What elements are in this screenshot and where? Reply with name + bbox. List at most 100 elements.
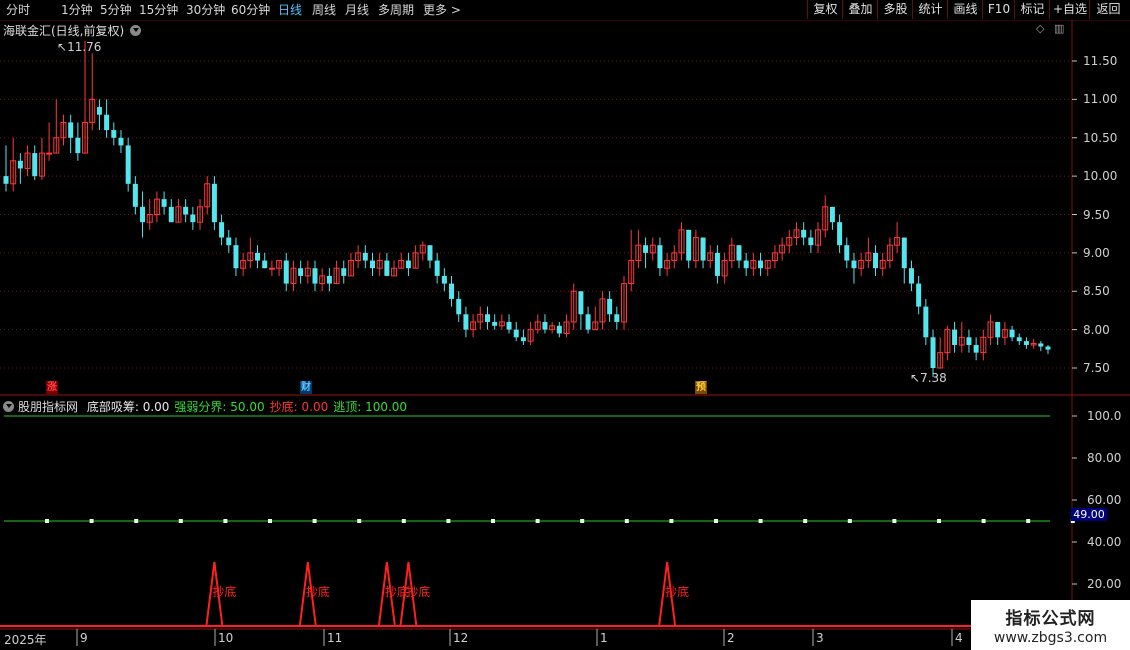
add-watchlist-button[interactable]: +自选 [1049,0,1090,19]
back-button[interactable]: 返回 [1089,0,1127,19]
f10-button[interactable]: F10 [982,0,1015,19]
candle-body-up [779,244,786,254]
multi-stock-button[interactable]: 多股 [877,0,913,19]
watermark-title: 指标公式网 [1005,609,1096,629]
candle-body-down [851,260,857,269]
divide-line-dot [580,519,585,523]
candle-body-up [319,275,326,285]
indicator-title[interactable]: 股朋指标网 底部吸筹: 0.00 强弱分界: 50.00 抄底: 0.00 逃顶: 1… [3,398,407,415]
period-tab-30min[interactable]: 30分钟 [186,0,225,20]
candle-body-down [125,145,131,184]
period-tab-intraday[interactable]: 分时 [6,0,30,20]
buy-signal-peak [658,561,677,627]
price-axis-label: 7.50 [1083,361,1110,375]
candle-body-down [255,252,261,261]
candle-body-up [707,252,714,262]
period-tab-60min[interactable]: 60分钟 [231,0,270,20]
candle-body-down [298,268,304,276]
buy-signal-label: 抄底 [385,584,409,599]
candle-body-up [38,152,45,177]
candle-body-down [908,268,914,284]
period-tab-1min[interactable]: 1分钟 [61,0,93,20]
candle-body-down [801,229,807,238]
candle-body-down [104,114,110,131]
candle-body-down [758,260,764,269]
draw-line-button[interactable]: 画线 [947,0,983,19]
price-axis-label: 10.00 [1083,169,1118,184]
indicator-axis-label: 20.00 [1087,577,1122,591]
candle-body-up [290,267,297,285]
date-axis-label: 10 [218,631,234,645]
chevron-down-icon[interactable] [3,401,14,412]
candle-body-up [1001,329,1008,338]
period-tab-more[interactable]: 更多 > [423,0,461,20]
candle-body-down [736,245,742,261]
stock-title[interactable]: 海联金汇(日线,前复权) [3,22,142,39]
candle-body-up [477,313,484,323]
candle-body-down [326,275,332,284]
period-tab-weekly[interactable]: 周线 [312,0,336,20]
event-marker-limit-up[interactable]: 涨 [46,381,58,394]
indicator-axis-label: 40.00 [1087,535,1122,549]
candle-body-up [355,252,362,262]
price-axis-label: 11.00 [1083,92,1118,107]
price-axis-label: 11.50 [1083,54,1118,68]
candle-body-down [283,260,289,284]
candle-body-down [492,321,498,326]
candle-body-up [570,290,577,323]
period-tab-5min[interactable]: 5分钟 [100,0,132,20]
date-axis-label: 4 [955,631,963,645]
candle-body-down [132,183,138,207]
candle-body-down [643,245,649,253]
candle-body-up [858,260,865,269]
kline-chart[interactable]: 抄底 抄底 抄底抄底 抄底 [0,0,1130,650]
statistics-button[interactable]: 统计 [912,0,948,19]
candle-body-down [405,260,411,269]
mark-button[interactable]: 标记 [1014,0,1050,19]
indicator-axis-label: 60.00 [1087,493,1122,507]
divide-line-dot [134,519,139,523]
candle-body-up [347,260,354,277]
candle-body-down [930,337,936,368]
date-axis-label: 11 [327,631,343,645]
panel-toggle-icon[interactable]: ▥ [1054,22,1064,35]
divide-line-dot [446,519,451,523]
candle-body-up [649,244,656,254]
candle-body-down [341,268,347,276]
indicator-axis-label: 80.00 [1087,451,1122,465]
candle-body-down [916,283,922,307]
date-axis-label: 12 [453,631,469,645]
candle-body-down [226,237,232,246]
candle-body-up [498,321,505,327]
candle-body-down [312,268,318,284]
candle-body-up [53,137,60,154]
period-tab-daily[interactable]: 日线 [278,0,302,20]
divide-line-dot [491,519,495,523]
date-axis-label: 2025年 [4,633,47,647]
date-axis-label: 9 [80,631,88,645]
candle-body-up [599,298,606,323]
candle-body-up [958,336,965,346]
candle-body-up [980,336,987,354]
period-tab-monthly[interactable]: 月线 [345,0,369,20]
indicator-legend-item: 底部吸筹: 0.00 [86,400,170,414]
candle-body-up [563,321,570,334]
event-marker-financial[interactable]: 财 [300,381,312,394]
overlay-button[interactable]: 叠加 [842,0,878,19]
chevron-down-icon[interactable] [130,25,142,36]
candle-body-down [118,137,124,146]
candle-body-down [1009,329,1015,338]
diamond-icon[interactable]: ◇ [1036,22,1044,35]
candle-body-down [211,183,217,223]
event-marker-forecast[interactable]: 预 [695,381,707,394]
candle-body-up [944,329,951,354]
divide-line-dot [178,519,183,523]
adjust-button[interactable]: 复权 [807,0,843,19]
candle-body-up [786,237,793,246]
watermark-logo: 指标公式网 www.zbgs3.com [971,600,1130,650]
divide-line-dot [535,519,540,523]
period-tab-15min[interactable]: 15分钟 [139,0,178,20]
candle-body-down [3,176,9,184]
period-tab-multi[interactable]: 多周期 [378,0,414,20]
candle-body-up [879,260,886,269]
